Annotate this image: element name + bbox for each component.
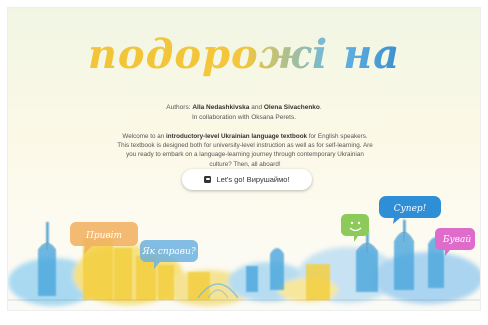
intro-paragraph: Welcome to an introductory-level Ukraini… (116, 132, 374, 169)
bubble-smiley (341, 214, 369, 242)
landing-page: подорожі на Authors: Alla Nedashkivska a… (7, 7, 481, 311)
bubble-yak-spravy-text: Як справи? (141, 247, 196, 257)
intro-emphasis: introductory-level Ukrainian language te… (166, 133, 308, 140)
bubble-super-text: Супер! (394, 204, 427, 214)
authors-prefix: Authors: (166, 104, 193, 111)
author-name-1: Alla Nedashkivska (192, 104, 250, 111)
watercolor-city-skyline: Привіт Як справи? Супер! Бувай (8, 196, 480, 306)
bubble-buvai-text: Бувай (442, 235, 471, 245)
author-name-2: Olena Sivachenko (263, 104, 320, 111)
intro-text-1: Welcome to an (122, 133, 167, 140)
authors-block: Authors: Alla Nedashkivska and Olena Siv… (8, 103, 480, 123)
logo-text: подорожі на (87, 31, 401, 78)
collab-prefix: In collaboration with (191, 114, 252, 121)
collab-name: Oksana Perets (251, 114, 295, 121)
authors-line: Authors: Alla Nedashkivska and Olena Siv… (8, 103, 480, 113)
site-logo: подорожі на (8, 30, 480, 80)
authors-suffix: . (319, 104, 322, 111)
collab-suffix: . (294, 114, 297, 121)
bubble-pryvit-text: Привіт (85, 231, 122, 241)
bubble-super: Супер! (379, 196, 441, 224)
authors-and: and (249, 104, 264, 111)
collaboration-line: In collaboration with Oksana Perets. (8, 113, 480, 123)
